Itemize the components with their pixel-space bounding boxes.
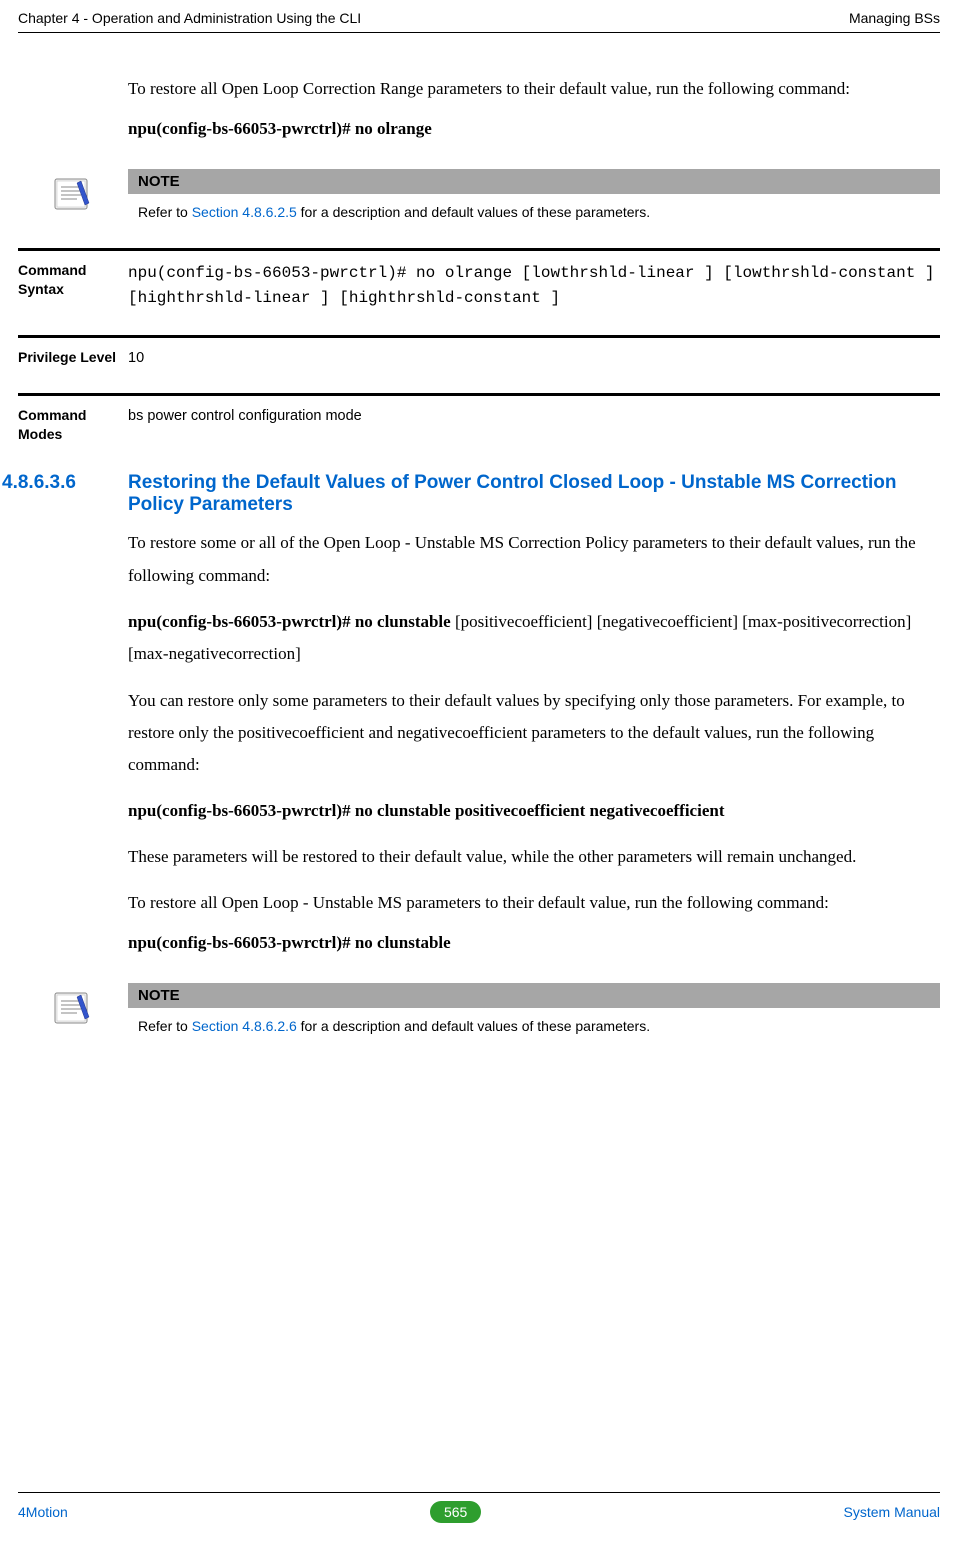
note-link-2[interactable]: Section 4.8.6.2.6 (192, 1018, 297, 1034)
intro-command: npu(config-bs-66053-pwrctrl)# no olrange (128, 119, 940, 139)
command-syntax-row: Command Syntax npu(config-bs-66053-pwrct… (18, 248, 940, 321)
note-box: NOTE Refer to Section 4.8.6.2.5 for a de… (18, 169, 940, 224)
note-label-2: NOTE (128, 983, 940, 1008)
footer-product: 4Motion (18, 1504, 68, 1520)
command-syntax-value: npu(config-bs-66053-pwrctrl)# no olrange… (128, 261, 940, 311)
command-syntax-label: Command Syntax (18, 261, 128, 311)
section-number: 4.8.6.3.6 (2, 472, 128, 516)
note-content: NOTE Refer to Section 4.8.6.2.5 for a de… (128, 169, 940, 224)
footer-manual: System Manual (844, 1504, 940, 1520)
note-content-2: NOTE Refer to Section 4.8.6.2.6 for a de… (128, 983, 940, 1038)
intro-paragraph: To restore all Open Loop Correction Rang… (128, 73, 940, 105)
note-body-2: Refer to Section 4.8.6.2.6 for a descrip… (128, 1008, 940, 1038)
page-number-badge: 565 (430, 1501, 481, 1523)
section-paragraph-2: You can restore only some parameters to … (128, 685, 940, 782)
command-modes-row: Command Modes bs power control configura… (18, 393, 940, 454)
privilege-level-value: 10 (128, 348, 940, 369)
privilege-level-row: Privilege Level 10 (18, 335, 940, 379)
header-chapter: Chapter 4 - Operation and Administration… (18, 10, 361, 26)
note-suffix-2: for a description and default values of … (297, 1018, 650, 1034)
note-suffix: for a description and default values of … (297, 204, 650, 220)
command-modes-value: bs power control configuration mode (128, 406, 940, 444)
note-box-2: NOTE Refer to Section 4.8.6.2.6 for a de… (18, 983, 940, 1038)
section-paragraph-4: To restore all Open Loop - Unstable MS p… (128, 887, 940, 919)
note-label: NOTE (128, 169, 940, 194)
section-command-3: npu(config-bs-66053-pwrctrl)# no clunsta… (128, 933, 940, 953)
note-prefix-2: Refer to (138, 1018, 192, 1034)
cmd-bold-part: npu(config-bs-66053-pwrctrl)# no clunsta… (128, 612, 451, 631)
header-section: Managing BSs (849, 10, 940, 26)
section-command-2: npu(config-bs-66053-pwrctrl)# no clunsta… (128, 795, 940, 826)
section-command-1: npu(config-bs-66053-pwrctrl)# no clunsta… (128, 606, 940, 671)
section-title: Restoring the Default Values of Power Co… (128, 472, 940, 516)
page-content: To restore all Open Loop Correction Rang… (128, 73, 940, 1038)
section-paragraph-1: To restore some or all of the Open Loop … (128, 527, 940, 592)
command-modes-label: Command Modes (18, 406, 128, 444)
page-footer: 4Motion 565 System Manual (18, 1492, 940, 1523)
section-heading: 4.8.6.3.6 Restoring the Default Values o… (2, 472, 940, 516)
page-header: Chapter 4 - Operation and Administration… (18, 10, 940, 33)
note-icon (18, 983, 128, 1038)
note-icon (18, 169, 128, 224)
note-link[interactable]: Section 4.8.6.2.5 (192, 204, 297, 220)
privilege-level-label: Privilege Level (18, 348, 128, 369)
note-body: Refer to Section 4.8.6.2.5 for a descrip… (128, 194, 940, 224)
note-prefix: Refer to (138, 204, 192, 220)
section-paragraph-3: These parameters will be restored to the… (128, 841, 940, 873)
